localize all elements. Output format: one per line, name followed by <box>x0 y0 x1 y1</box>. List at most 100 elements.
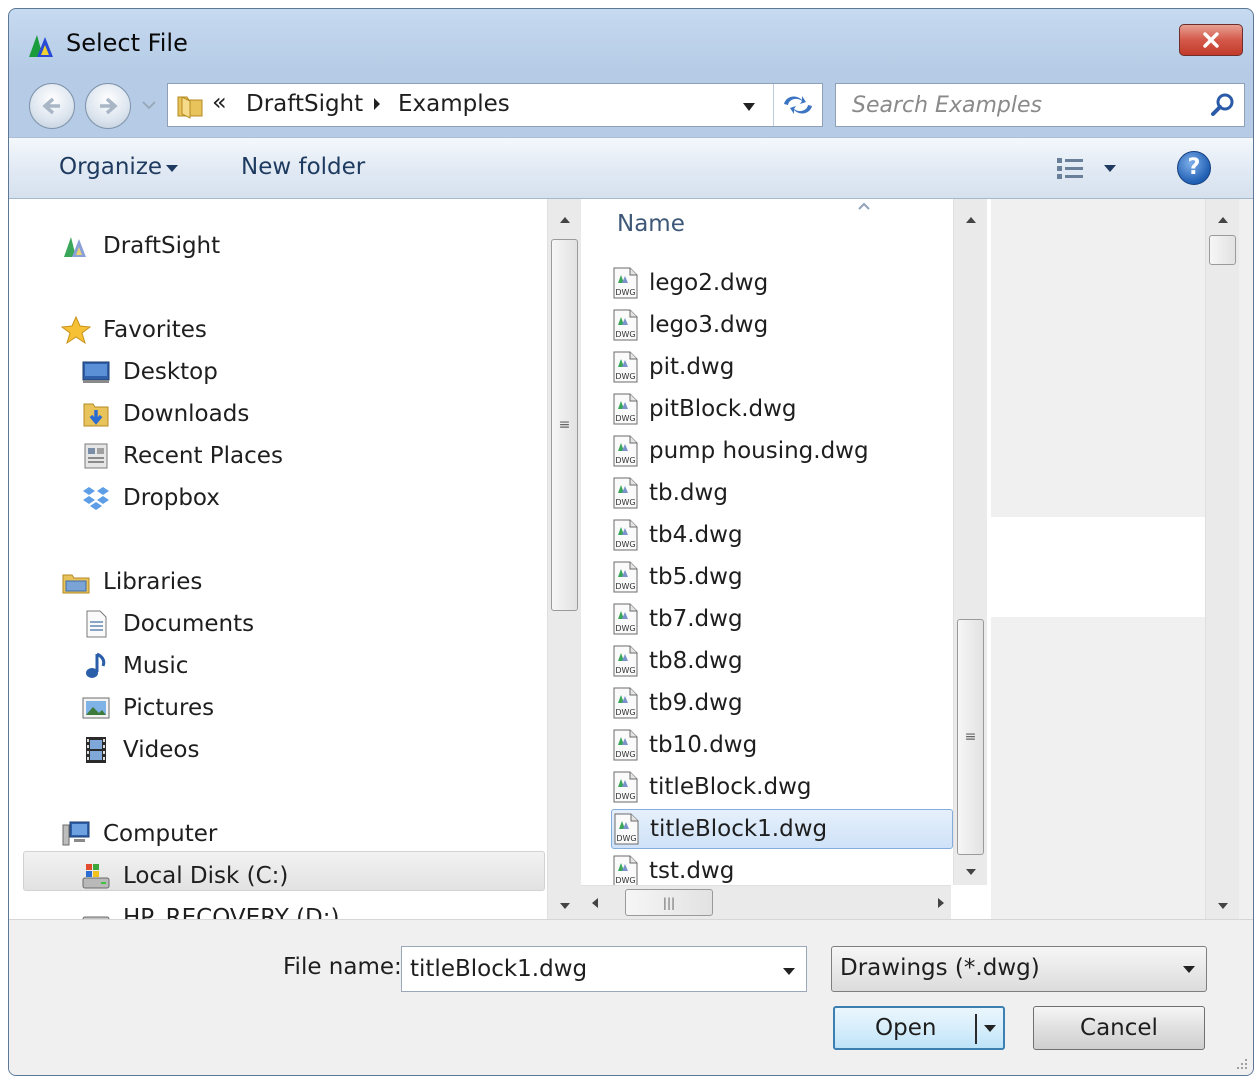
dwg-file-icon: DWG <box>613 603 638 635</box>
nav-scroll-down-button[interactable] <box>548 889 581 923</box>
file-name: tb.dwg <box>649 480 728 506</box>
resize-grip-icon[interactable] <box>1231 1055 1249 1073</box>
nav-label-documents: Documents <box>123 611 255 637</box>
file-item[interactable]: DWG tb8.dwg <box>611 641 953 681</box>
new-folder-button[interactable]: New folder <box>241 154 365 180</box>
open-split-divider <box>975 1014 977 1044</box>
nav-item-downloads[interactable]: Downloads <box>81 395 249 433</box>
breadcrumb-separator-icon[interactable] <box>372 96 382 112</box>
nav-scroll-thumb[interactable]: ≡ <box>551 239 578 611</box>
nav-item-videos[interactable]: Videos <box>81 731 199 769</box>
search-input[interactable] <box>836 84 1196 126</box>
file-item[interactable]: DWG pitBlock.dwg <box>611 389 953 429</box>
dwg-icon-label: DWG <box>615 414 635 423</box>
recent-places-icon <box>84 443 108 469</box>
open-options-caret-icon[interactable] <box>983 1024 997 1033</box>
file-item[interactable]: DWG tb7.dwg <box>611 599 953 639</box>
file-name: tb9.dwg <box>649 690 743 716</box>
nav-item-favorites[interactable]: Favorites <box>61 311 207 349</box>
nav-item-local-disk[interactable]: Local Disk (C:) <box>81 857 288 895</box>
file-item[interactable]: DWG pit.dwg <box>611 347 953 387</box>
file-item[interactable]: DWG lego3.dwg <box>611 305 953 345</box>
scroll-right-icon[interactable] <box>937 897 945 909</box>
preview-pane <box>991 199 1253 919</box>
file-name-field[interactable]: titleBlock1.dwg <box>401 946 807 992</box>
search-icon[interactable] <box>1210 92 1236 118</box>
file-item[interactable]: DWG tb9.dwg <box>611 683 953 723</box>
preview-scroll-thumb[interactable] <box>1209 235 1236 265</box>
file-list-scrollbar[interactable]: ≡ <box>953 199 987 885</box>
sort-ascending-icon <box>858 202 870 210</box>
file-item[interactable]: DWG titleBlock.dwg <box>611 767 953 807</box>
file-item[interactable]: DWG tb5.dwg <box>611 557 953 597</box>
recent-locations-dropdown-icon[interactable] <box>142 100 156 110</box>
file-list-horizontal-scrollbar[interactable]: ||| <box>581 885 951 919</box>
breadcrumb-draftsight[interactable]: DraftSight <box>246 91 363 117</box>
nav-item-documents[interactable]: Documents <box>81 605 254 643</box>
dwg-icon-label: DWG <box>615 540 635 549</box>
breadcrumb-examples[interactable]: Examples <box>398 91 510 117</box>
nav-item-dropbox[interactable]: Dropbox <box>81 479 220 517</box>
view-options-caret-icon[interactable] <box>1103 164 1117 173</box>
column-header-name[interactable]: Name <box>617 211 685 237</box>
nav-item-libraries[interactable]: Libraries <box>61 563 202 601</box>
file-item[interactable]: DWG tb4.dwg <box>611 515 953 555</box>
back-button[interactable] <box>29 83 75 129</box>
nav-item-music[interactable]: Music <box>81 647 188 685</box>
preview-scroll-up-button[interactable] <box>1206 203 1239 237</box>
help-button[interactable]: ? <box>1177 151 1211 185</box>
nav-scroll-up-button[interactable] <box>548 203 581 237</box>
forward-arrow-icon <box>100 97 118 115</box>
nav-item-desktop[interactable]: Desktop <box>81 353 218 391</box>
file-name-value[interactable]: titleBlock1.dwg <box>410 956 587 982</box>
file-item[interactable]: DWG lego2.dwg <box>611 263 953 303</box>
dwg-file-icon: DWG <box>613 645 638 677</box>
dwg-file-icon: DWG <box>614 813 639 845</box>
nav-label-favorites: Favorites <box>103 317 207 343</box>
file-name: pitBlock.dwg <box>649 396 797 422</box>
change-view-icon[interactable] <box>1049 154 1089 184</box>
nav-item-pictures[interactable]: Pictures <box>81 689 214 727</box>
search-box[interactable] <box>835 83 1245 127</box>
file-list: Name DWG lego2.dwg DWG lego3.dwg DWG pit.dwg D… <box>581 199 991 919</box>
preview-scrollbar[interactable] <box>1205 199 1239 919</box>
cancel-button[interactable]: Cancel <box>1033 1006 1205 1050</box>
file-item[interactable]: DWG tb.dwg <box>611 473 953 513</box>
local-disk-icon <box>82 864 110 889</box>
file-name-dropdown-icon[interactable] <box>782 967 796 976</box>
file-scroll-thumb[interactable]: ≡ <box>957 619 984 855</box>
nav-item-hp-recovery[interactable]: HP_RECOVERY (D:) <box>81 899 339 919</box>
nav-pane-scrollbar[interactable]: ≡ <box>547 199 581 919</box>
address-dropdown-icon[interactable] <box>742 102 756 112</box>
forward-button[interactable] <box>85 83 131 129</box>
address-divider <box>773 84 774 126</box>
address-overflow[interactable]: « <box>212 88 227 116</box>
nav-item-recent-places[interactable]: Recent Places <box>81 437 283 475</box>
address-bar[interactable]: « DraftSight Examples <box>167 83 823 127</box>
nav-item-draftsight[interactable]: DraftSight <box>61 227 220 265</box>
scroll-left-icon[interactable] <box>591 897 599 909</box>
file-scroll-down-button[interactable] <box>954 855 987 889</box>
drive-icon <box>82 916 110 919</box>
file-hscroll-thumb[interactable]: ||| <box>625 889 713 916</box>
file-item[interactable]: DWG pump housing.dwg <box>611 431 953 471</box>
nav-item-computer[interactable]: Computer <box>61 815 217 853</box>
dwg-file-icon: DWG <box>613 477 638 509</box>
dwg-icon-label: DWG <box>615 288 635 297</box>
file-item[interactable]: DWG tb10.dwg <box>611 725 953 765</box>
dwg-file-icon: DWG <box>613 393 638 425</box>
preview-scroll-down-button[interactable] <box>1206 889 1239 923</box>
dwg-file-icon: DWG <box>613 435 638 467</box>
nav-label-dropbox: Dropbox <box>123 485 220 511</box>
navigation-pane: DraftSight Favorites Desktop Downloads R… <box>9 199 547 919</box>
organize-caret-icon[interactable] <box>165 164 179 173</box>
open-button[interactable]: Open <box>833 1006 1005 1050</box>
dwg-file-icon: DWG <box>613 351 638 383</box>
file-item[interactable]: DWG titleBlock1.dwg <box>611 809 953 849</box>
file-type-select[interactable]: Drawings (*.dwg) <box>831 946 1207 992</box>
file-scroll-up-button[interactable] <box>954 203 987 237</box>
downloads-icon <box>83 403 109 427</box>
close-button[interactable] <box>1179 24 1243 56</box>
refresh-icon[interactable] <box>780 90 816 120</box>
organize-button[interactable]: Organize <box>59 154 162 180</box>
